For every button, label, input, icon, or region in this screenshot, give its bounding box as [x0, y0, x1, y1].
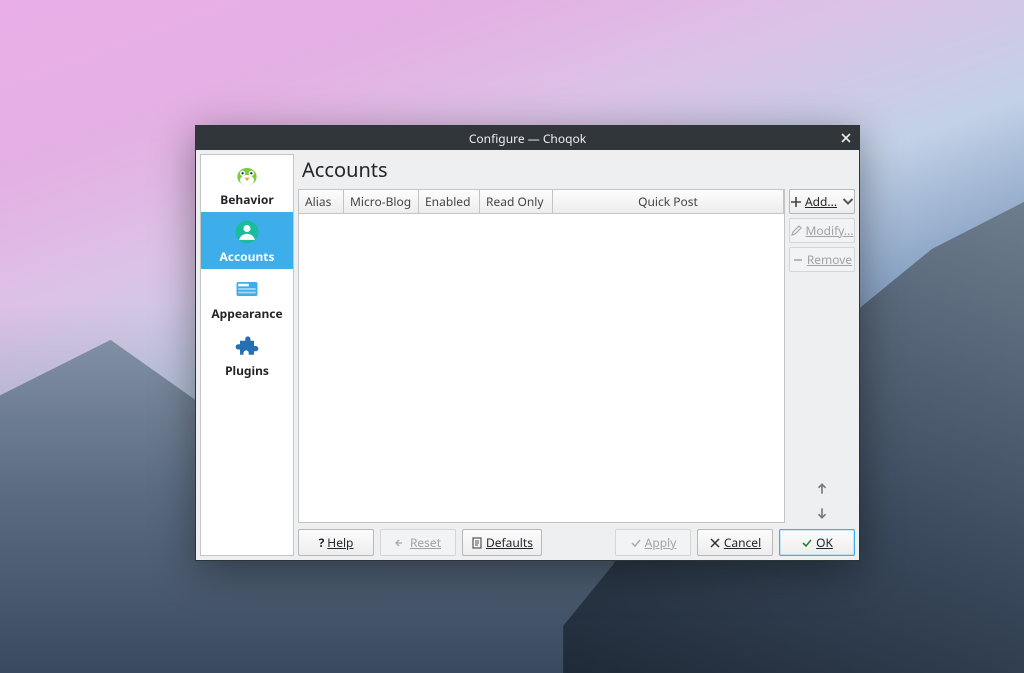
add-account-button[interactable]: Add...: [789, 189, 855, 214]
reset-button: Reset: [380, 529, 456, 556]
ok-button[interactable]: OK: [779, 529, 855, 556]
desktop: Configure — Choqok Behavior Account: [0, 0, 1024, 673]
puzzle-icon: [233, 332, 261, 360]
window-title: Configure — Choqok: [469, 130, 586, 147]
apply-label: Apply: [645, 534, 677, 551]
cancel-button[interactable]: Cancel: [697, 529, 773, 556]
category-sidebar: Behavior Accounts Appearance: [200, 154, 294, 556]
sidebar-item-appearance[interactable]: Appearance: [201, 269, 293, 326]
arrow-up-icon: [815, 482, 829, 496]
modify-account-button: Modify...: [789, 218, 855, 243]
sidebar-item-label: Plugins: [225, 362, 269, 379]
column-enabled[interactable]: Enabled: [419, 190, 480, 213]
defaults-button[interactable]: Defaults: [462, 529, 542, 556]
main-pane: Accounts Alias Micro-Blog Enabled Read O…: [298, 154, 855, 556]
reset-label: Reset: [410, 534, 441, 551]
sidebar-item-label: Behavior: [220, 191, 273, 208]
sidebar-item-label: Accounts: [219, 248, 274, 265]
column-readonly[interactable]: Read Only: [480, 190, 553, 213]
configure-dialog: Configure — Choqok Behavior Account: [195, 125, 860, 561]
column-alias[interactable]: Alias: [299, 190, 344, 213]
arrow-down-icon: [815, 506, 829, 520]
ok-label: OK: [816, 534, 833, 551]
check-icon: [801, 537, 813, 549]
minus-icon: [792, 254, 804, 266]
window-close-button[interactable]: [837, 129, 855, 147]
modify-label: Modify...: [805, 222, 853, 239]
sidebar-item-behavior[interactable]: Behavior: [201, 155, 293, 212]
defaults-label: Defaults: [486, 534, 533, 551]
plus-icon: [790, 196, 802, 208]
bird-icon: [233, 161, 261, 189]
remove-account-button: Remove: [789, 247, 855, 272]
remove-label: Remove: [807, 251, 852, 268]
pencil-icon: [790, 225, 802, 237]
column-microblog[interactable]: Micro-Blog: [344, 190, 419, 213]
table-body-empty: [299, 214, 784, 522]
check-icon: [630, 537, 642, 549]
apply-button: Apply: [615, 529, 691, 556]
move-down-button[interactable]: [810, 503, 834, 523]
question-icon: ?: [319, 534, 325, 551]
appearance-icon: [233, 275, 261, 303]
document-icon: [471, 537, 483, 549]
close-icon: [840, 132, 852, 144]
add-label: Add...: [805, 193, 837, 210]
dialog-footer: ? Help Reset Defaults Apply: [298, 523, 855, 556]
cancel-label: Cancel: [724, 534, 761, 551]
user-icon: [233, 218, 261, 246]
undo-icon: [395, 537, 407, 549]
move-up-button[interactable]: [810, 479, 834, 499]
x-icon: [709, 537, 721, 549]
chevron-down-icon: [842, 196, 854, 208]
help-button[interactable]: ? Help: [298, 529, 374, 556]
accounts-table[interactable]: Alias Micro-Blog Enabled Read Only Quick…: [298, 189, 785, 523]
help-label: Help: [327, 534, 353, 551]
column-quickpost[interactable]: Quick Post: [553, 190, 784, 213]
sidebar-item-plugins[interactable]: Plugins: [201, 326, 293, 383]
sidebar-item-accounts[interactable]: Accounts: [201, 212, 293, 269]
page-title: Accounts: [298, 154, 855, 189]
account-action-buttons: Add... Modify... Remove: [789, 189, 855, 523]
sidebar-item-label: Appearance: [211, 305, 282, 322]
table-header: Alias Micro-Blog Enabled Read Only Quick…: [299, 190, 784, 214]
titlebar[interactable]: Configure — Choqok: [196, 126, 859, 150]
